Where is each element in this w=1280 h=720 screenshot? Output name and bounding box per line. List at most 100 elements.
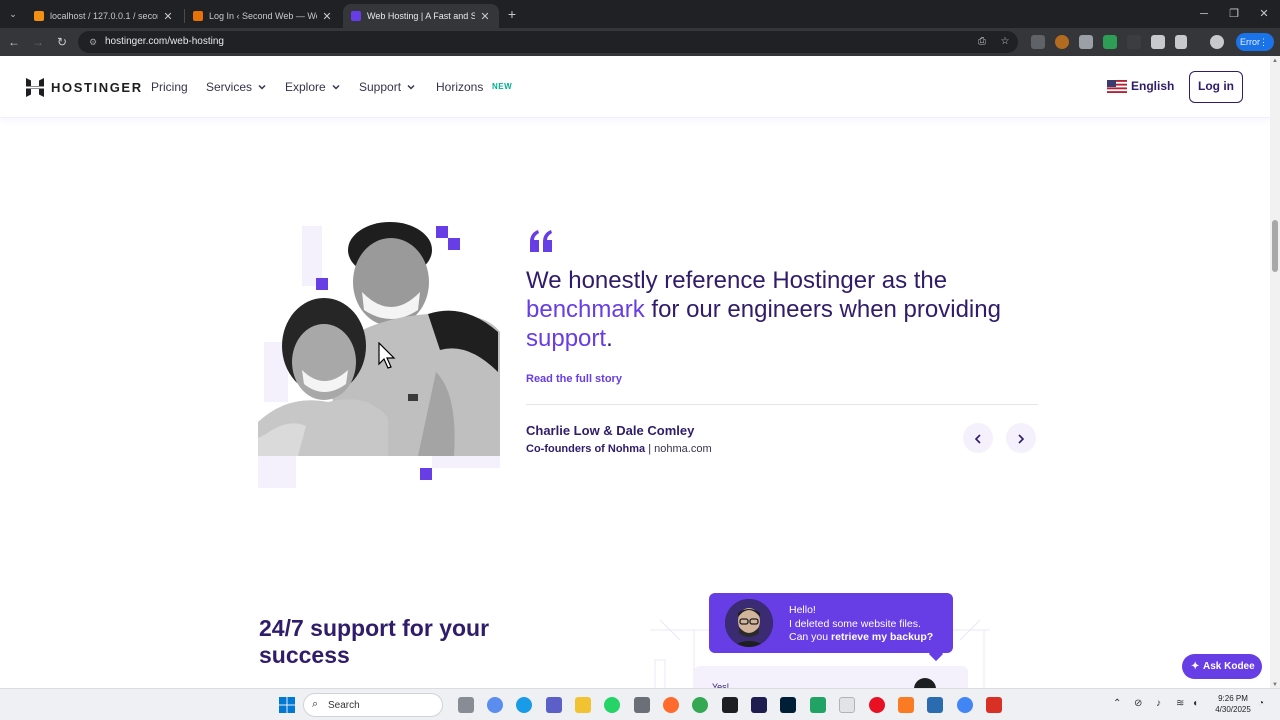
- close-tab-icon[interactable]: ✕: [321, 10, 333, 23]
- tab-search-icon[interactable]: ⌄: [6, 7, 20, 21]
- close-tab-icon[interactable]: ✕: [162, 10, 174, 23]
- nav-services[interactable]: Services: [206, 80, 266, 94]
- scrollbar-thumb[interactable]: [1272, 220, 1278, 272]
- chat-message-bubble: Hello! I deleted some website files. Can…: [709, 593, 953, 662]
- notification-bell-icon[interactable]: ◔: [1258, 698, 1264, 709]
- extension-icon[interactable]: [1079, 35, 1093, 49]
- chrome-icon[interactable]: [692, 697, 708, 713]
- chevron-down-icon: [258, 84, 266, 90]
- xampp-icon[interactable]: [898, 697, 914, 713]
- quote-text-part: We honestly reference Hostinger as the: [526, 267, 948, 294]
- clock-time: 9:26 PM: [1218, 694, 1248, 703]
- page-scrollbar[interactable]: ▲ ▼: [1270, 56, 1280, 690]
- chrome-profile-icon[interactable]: [957, 697, 973, 713]
- firefox-icon[interactable]: [663, 697, 679, 713]
- forward-icon[interactable]: →: [30, 34, 46, 50]
- language-selector[interactable]: English: [1107, 79, 1174, 93]
- close-tab-icon[interactable]: ✕: [479, 10, 491, 23]
- taskbar-search[interactable]: ⌕ Search: [303, 693, 443, 717]
- extension-icon[interactable]: [1055, 35, 1069, 49]
- phpmyadmin-favicon-icon: [34, 11, 44, 21]
- nav-label: Pricing: [151, 80, 188, 94]
- close-window-icon[interactable]: ✕: [1254, 6, 1274, 22]
- error-button[interactable]: Error ⋮: [1236, 33, 1274, 51]
- quote-text-part: for our engineers when providing: [644, 296, 1001, 323]
- photoshop-icon[interactable]: [780, 697, 796, 713]
- profile-avatar-icon[interactable]: [1210, 35, 1224, 49]
- role-separator: |: [645, 443, 655, 455]
- site-header: HOSTINGER Pricing Services Explore Suppo…: [0, 56, 1270, 118]
- extension-icon[interactable]: [1031, 35, 1045, 49]
- testimonial-role: Co-founders of Nohma | nohma.com: [526, 443, 712, 455]
- windows-taskbar: ⌕ Search ⌃ ⊘ ♪ ≋ ◖ 9:26 PM 4/30/2025 ◔: [0, 688, 1280, 720]
- after-effects-icon[interactable]: [751, 697, 767, 713]
- whatsapp-icon[interactable]: [604, 697, 620, 713]
- new-tab-icon[interactable]: +: [504, 6, 520, 22]
- quote-text-part: .: [606, 325, 613, 352]
- volume-icon[interactable]: ◖: [1192, 698, 1198, 709]
- author-website: nohma.com: [654, 443, 712, 455]
- new-badge: NEW: [492, 82, 513, 91]
- camtasia-icon[interactable]: [810, 697, 826, 713]
- testimonial-quote: We honestly reference Hostinger as the b…: [526, 266, 1046, 353]
- chat-line-prefix: Can you: [789, 631, 832, 643]
- ask-kodee-button[interactable]: ✦ Ask Kodee: [1182, 654, 1262, 679]
- sparkle-icon: ✦: [1191, 661, 1200, 672]
- copilot-icon[interactable]: [487, 697, 503, 713]
- restore-icon[interactable]: ❐: [1224, 6, 1244, 22]
- minimize-icon[interactable]: ─: [1194, 6, 1214, 22]
- tray-overflow-icon[interactable]: ⌃: [1113, 698, 1121, 709]
- login-button[interactable]: Log in: [1189, 71, 1243, 103]
- decorative-pixel: [448, 238, 460, 250]
- read-full-story-link[interactable]: Read the full story: [526, 373, 622, 385]
- extension-icon[interactable]: [1127, 35, 1141, 49]
- nav-pricing[interactable]: Pricing: [151, 80, 188, 94]
- nav-horizons[interactable]: Horizons: [436, 80, 483, 94]
- nav-label: Horizons: [436, 80, 484, 94]
- carousel-next-button[interactable]: [1006, 423, 1036, 453]
- extension-icon[interactable]: [1151, 35, 1165, 49]
- author-role: Co-founders of Nohma: [526, 443, 646, 455]
- chat-line: Can you retrieve my backup?: [789, 631, 949, 645]
- install-app-icon[interactable]: ⎙: [975, 35, 989, 49]
- notepad-icon[interactable]: [927, 697, 943, 713]
- store-icon[interactable]: [634, 697, 650, 713]
- decorative-pixel: [258, 454, 296, 488]
- back-icon[interactable]: ←: [6, 34, 22, 50]
- app-icon[interactable]: [986, 697, 1002, 713]
- browser-tab-bar: ⌄ localhost / 127.0.0.1 / secondw ✕ Log …: [0, 0, 1280, 28]
- microphone-icon[interactable]: ♪: [1156, 698, 1161, 709]
- teams-icon[interactable]: [546, 697, 562, 713]
- taskbar-clock[interactable]: 9:26 PM 4/30/2025: [1212, 693, 1254, 715]
- browser-tab-phpmyadmin[interactable]: localhost / 127.0.0.1 / secondw ✕: [26, 4, 182, 28]
- hostinger-logo-icon[interactable]: [26, 78, 44, 97]
- address-bar[interactable]: ⚙ hostinger.com/web-hosting ⎙ ☆: [78, 31, 1018, 53]
- bookmark-star-icon[interactable]: ☆: [998, 35, 1012, 49]
- edge-icon[interactable]: [516, 697, 532, 713]
- tab-title: Log In ‹ Second Web — WordP: [209, 11, 317, 21]
- decorative-pixel: [420, 468, 432, 480]
- site-info-icon[interactable]: ⚙: [86, 35, 100, 49]
- file-explorer-icon[interactable]: [575, 697, 591, 713]
- url-text[interactable]: hostinger.com/web-hosting: [105, 36, 224, 47]
- logo-text[interactable]: HOSTINGER: [51, 80, 143, 95]
- windows-start-icon[interactable]: [279, 697, 295, 713]
- browser-tab-hostinger[interactable]: Web Hosting | A Fast and Secu ✕: [343, 4, 499, 28]
- capcut-icon[interactable]: [722, 697, 738, 713]
- wifi-icon[interactable]: ≋: [1176, 698, 1184, 709]
- opera-icon[interactable]: [869, 697, 885, 713]
- nav-explore[interactable]: Explore: [285, 80, 340, 94]
- task-view-icon[interactable]: [458, 697, 474, 713]
- more-menu-icon[interactable]: ⋮: [1259, 33, 1268, 51]
- nav-support[interactable]: Support: [359, 80, 415, 94]
- scroll-up-icon[interactable]: ▲: [1272, 58, 1278, 64]
- chevron-right-icon: [1018, 433, 1025, 444]
- network-off-icon[interactable]: ⊘: [1134, 698, 1142, 709]
- extension-icon[interactable]: [1103, 35, 1117, 49]
- carousel-prev-button[interactable]: [963, 423, 993, 453]
- app-icon[interactable]: [839, 697, 855, 713]
- extensions-puzzle-icon[interactable]: [1175, 35, 1187, 49]
- reload-icon[interactable]: ↻: [54, 34, 70, 50]
- nav-label: Explore: [285, 80, 326, 94]
- browser-tab-wordpress-login[interactable]: Log In ‹ Second Web — WordP ✕: [185, 4, 341, 28]
